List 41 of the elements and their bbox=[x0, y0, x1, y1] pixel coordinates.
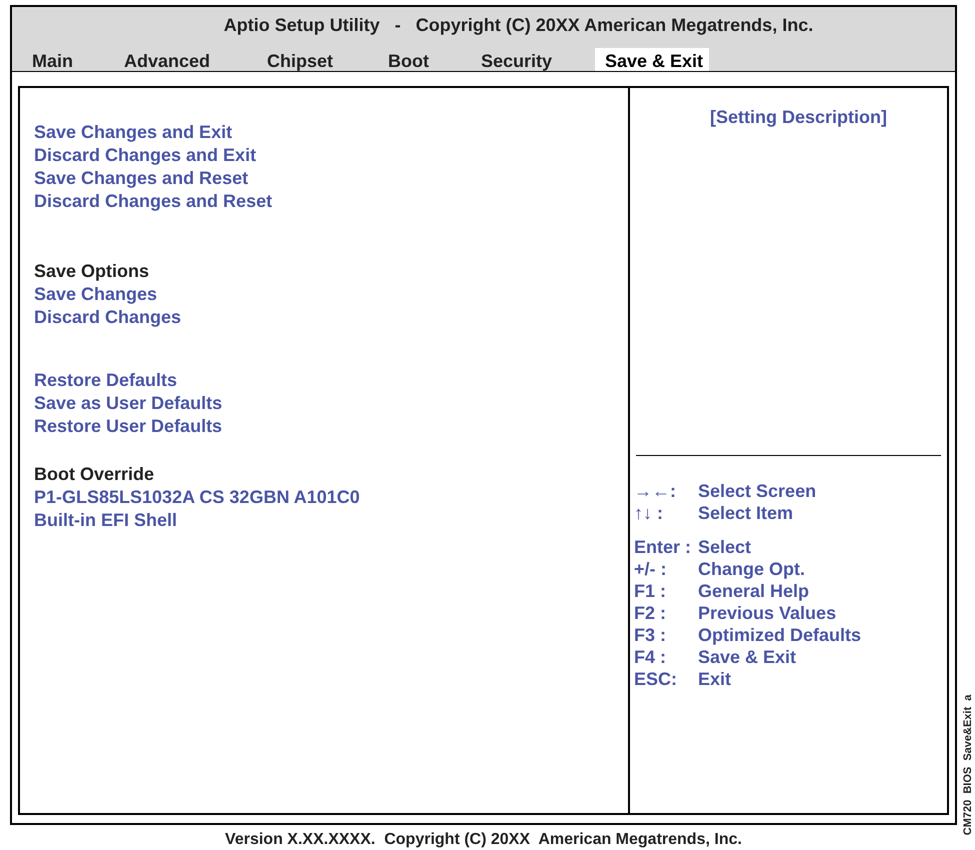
menu-option[interactable]: Save Changes bbox=[34, 283, 158, 306]
menu-option[interactable]: Save as User Defaults bbox=[34, 392, 222, 415]
menu-tab[interactable]: Save & Exit bbox=[595, 48, 710, 71]
key-action: General Help bbox=[698, 580, 810, 602]
menu-tab[interactable]: Security bbox=[471, 48, 595, 71]
menu-tab[interactable]: Chipset bbox=[257, 48, 378, 71]
key-label: Enter : bbox=[634, 536, 692, 558]
key-action: Select Screen bbox=[698, 480, 816, 502]
menu-option[interactable]: Discard Changes and Reset bbox=[34, 190, 272, 213]
menu-option[interactable]: Save Changes and Exit bbox=[34, 121, 232, 144]
section-heading: Save Options bbox=[34, 260, 150, 283]
key-action: Select Item bbox=[698, 502, 794, 524]
key-label: +/- : bbox=[634, 558, 668, 580]
footer-text: Version X.XX.XXXX. Copyright (C) 20XX American Megatrends, Inc. bbox=[225, 830, 742, 850]
key-action: Change Opt. bbox=[698, 558, 805, 580]
key-action: Select bbox=[698, 536, 752, 558]
menu-option[interactable]: P1-GLS85LS1032A CS 32GBN A101C0 bbox=[34, 486, 360, 509]
key-action: Previous Values bbox=[698, 602, 836, 624]
menu-option[interactable]: Restore User Defaults bbox=[34, 415, 222, 438]
section-heading: Boot Override bbox=[34, 463, 154, 486]
menu-option[interactable]: Save Changes and Reset bbox=[34, 167, 248, 190]
window-title: Aptio Setup Utility - Copyright (C) 20XX American Megatrends, Inc. bbox=[224, 14, 814, 37]
key-label: F4 : bbox=[634, 646, 668, 668]
menu-tab[interactable]: Main bbox=[22, 48, 114, 71]
key-label: F1 : bbox=[634, 580, 668, 602]
key-label: →←: bbox=[634, 480, 677, 502]
menu-option[interactable]: Discard Changes bbox=[34, 306, 182, 329]
key-label: F2 : bbox=[634, 602, 668, 624]
key-action: Save & Exit bbox=[698, 646, 796, 668]
menu-tab[interactable]: Boot bbox=[378, 48, 471, 71]
menu-tab[interactable]: Advanced bbox=[114, 48, 257, 71]
key-label: ↑↓ : bbox=[634, 502, 664, 524]
key-label: ESC: bbox=[634, 668, 678, 690]
menu-option[interactable]: Discard Changes and Exit bbox=[34, 144, 256, 167]
key-action: Optimized Defaults bbox=[698, 624, 862, 646]
menu-option[interactable]: Restore Defaults bbox=[34, 369, 178, 392]
key-action: Exit bbox=[698, 668, 732, 690]
menu-option[interactable]: Built-in EFI Shell bbox=[34, 509, 177, 532]
figure-label: CM720 BIOS Save&Exit a bbox=[960, 694, 975, 836]
setting-description: [Setting Description] bbox=[710, 106, 887, 129]
key-label: F3 : bbox=[634, 624, 668, 646]
